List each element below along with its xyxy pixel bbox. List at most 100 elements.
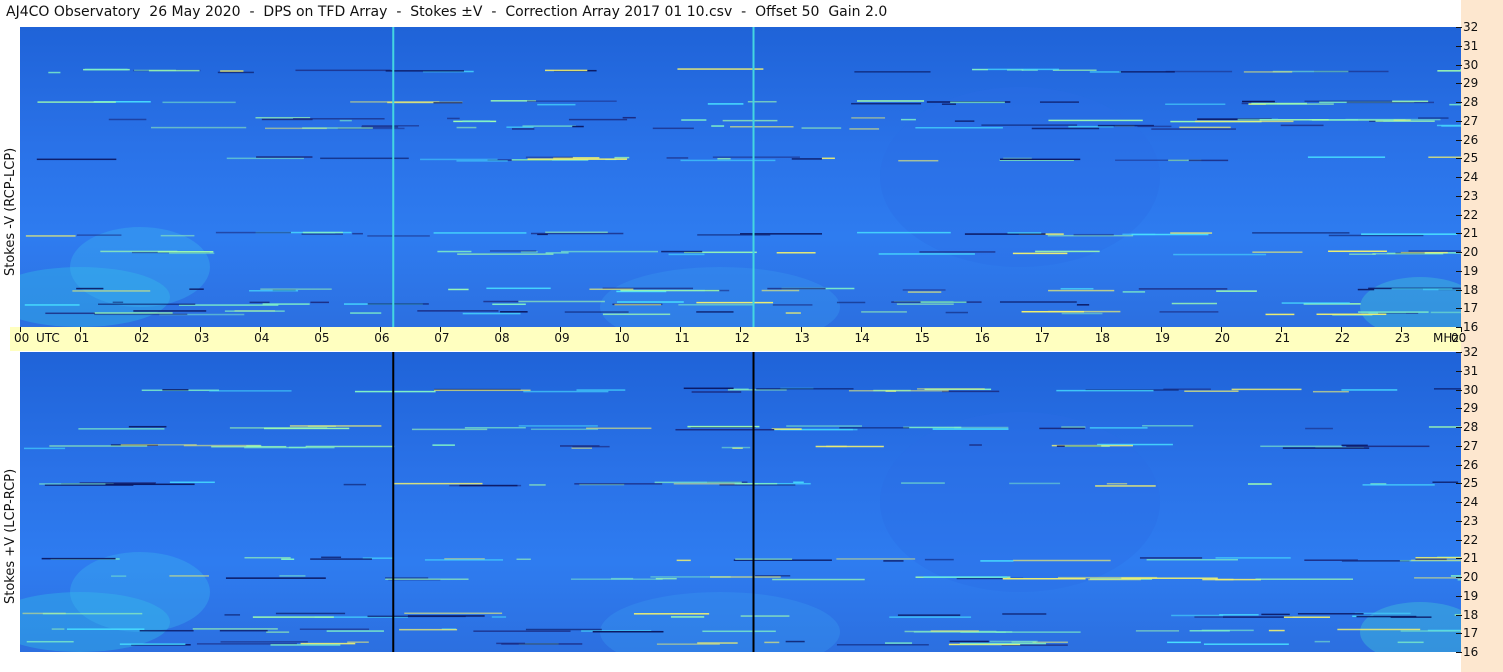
spectral-band-streak — [675, 428, 775, 431]
spectral-band-streak — [836, 301, 866, 304]
freq-tick-label: 20 — [1463, 245, 1479, 259]
spectral-band-streak — [1012, 559, 1111, 562]
spectral-band-streak — [1076, 304, 1090, 306]
spectral-band-streak — [281, 558, 295, 561]
spectral-band-streak — [932, 428, 1009, 430]
spectral-band-streak — [616, 301, 684, 303]
spectral-band-streak — [108, 118, 147, 121]
freq-tick-label: 29 — [1463, 401, 1479, 416]
spectral-band-streak — [157, 251, 214, 253]
freq-tick-label: 18 — [1463, 607, 1479, 622]
spectral-band-streak — [889, 616, 972, 618]
spectral-band-streak — [112, 301, 124, 304]
freq-tick-label: 23 — [1463, 188, 1479, 203]
spectral-band-streak — [217, 71, 254, 74]
spectral-band-streak — [1357, 288, 1375, 291]
spectral-band-streak — [385, 70, 464, 72]
spectral-band-streak — [681, 119, 707, 121]
spectral-band-streak — [411, 428, 488, 431]
spectral-band-streak — [1411, 559, 1461, 562]
time-marker-line — [392, 27, 395, 327]
spectral-band-streak — [1415, 556, 1461, 559]
spectral-band-streak — [999, 301, 1077, 303]
spectral-band-streak — [680, 159, 776, 162]
spectral-band-streak — [677, 68, 764, 70]
freq-tick-mark — [1456, 595, 1462, 597]
spectral-band-streak — [1358, 311, 1429, 313]
spectral-band-streak — [1372, 253, 1444, 255]
spectrogram-panel-top — [20, 27, 1461, 327]
spectral-band-streak — [764, 641, 780, 644]
spectral-band-streak — [148, 69, 200, 72]
spectral-band-streak — [299, 628, 370, 630]
spectral-band-streak — [821, 157, 835, 160]
time-marker-line — [752, 27, 755, 327]
spectral-band-streak — [930, 630, 979, 632]
spectral-band-streak — [772, 578, 865, 581]
spectral-band-streak — [849, 128, 880, 130]
spectral-band-streak — [670, 616, 705, 618]
spectral-band-streak — [571, 447, 593, 449]
spectrogram-glow — [1360, 602, 1461, 652]
time-tick-label: 17 — [1034, 331, 1050, 345]
freq-tick-mark — [1456, 195, 1462, 197]
spectral-band-streak — [857, 231, 951, 234]
freq-tick-mark — [1456, 45, 1462, 47]
freq-tick-label: 19 — [1463, 588, 1479, 603]
spectral-band-streak — [589, 288, 634, 291]
spectral-band-streak — [1305, 427, 1333, 430]
spectral-band-streak — [489, 250, 537, 252]
time-tick-label: 13 — [794, 331, 810, 345]
spectral-band-streak — [169, 481, 215, 484]
spectral-band-streak — [570, 578, 663, 580]
spectral-band-streak — [1400, 630, 1461, 632]
spectral-band-streak — [225, 577, 326, 579]
spectral-band-streak — [756, 388, 854, 390]
spectral-band-streak — [252, 616, 334, 618]
spectral-band-streak — [1345, 118, 1441, 121]
time-tick-label: 12 — [734, 331, 750, 345]
spectral-band-streak — [525, 156, 573, 159]
spectral-band-streak — [385, 578, 469, 580]
spectral-band-streak — [1242, 100, 1275, 103]
freq-tick-mark — [1456, 633, 1462, 635]
freq-tick-mark — [1456, 464, 1462, 466]
spectral-band-streak — [1457, 578, 1461, 581]
spectral-band-streak — [209, 390, 292, 392]
freq-tick-label: 16 — [1463, 645, 1479, 659]
spectral-band-streak — [999, 158, 1081, 161]
spectral-band-streak — [1430, 311, 1461, 314]
spectral-band-streak — [776, 252, 816, 254]
spectral-band-streak — [1179, 126, 1231, 129]
spectral-band-streak — [518, 425, 598, 427]
time-tick-label: 23 — [1394, 331, 1411, 345]
spectral-band-streak — [907, 291, 942, 293]
freq-tick-label: 32 — [1463, 20, 1479, 34]
spectral-band-streak — [457, 253, 554, 255]
spectral-band-streak — [1165, 70, 1233, 73]
chart-title: AJ4CO Observatory 26 May 2020 - DPS on T… — [6, 4, 888, 20]
spectral-band-streak — [654, 481, 742, 484]
spectral-band-streak — [434, 389, 531, 392]
spectral-band-streak — [1283, 616, 1331, 618]
spectral-band-streak — [903, 426, 962, 429]
spectral-band-streak — [761, 289, 800, 292]
freq-tick-label: 16 — [1463, 320, 1479, 334]
spectral-band-streak — [1237, 118, 1279, 121]
spectral-band-streak — [224, 310, 285, 312]
spectral-band-streak — [1165, 103, 1226, 105]
spectral-band-streak — [36, 158, 117, 161]
spectral-band-streak — [76, 234, 122, 236]
spectral-band-streak — [94, 313, 188, 316]
spectral-band-streak — [666, 157, 689, 159]
spectral-band-streak — [111, 575, 127, 577]
spectral-band-streak — [1064, 445, 1110, 448]
spectral-band-streak — [712, 156, 800, 158]
freq-tick-mark — [1456, 120, 1462, 122]
freq-tick-label: 31 — [1463, 38, 1479, 53]
spectral-band-streak — [270, 644, 341, 646]
spectral-band-streak — [592, 630, 664, 633]
freq-tick-label: 31 — [1463, 363, 1479, 378]
spectral-band-streak — [980, 560, 1014, 562]
spectral-band-streak — [972, 68, 988, 71]
